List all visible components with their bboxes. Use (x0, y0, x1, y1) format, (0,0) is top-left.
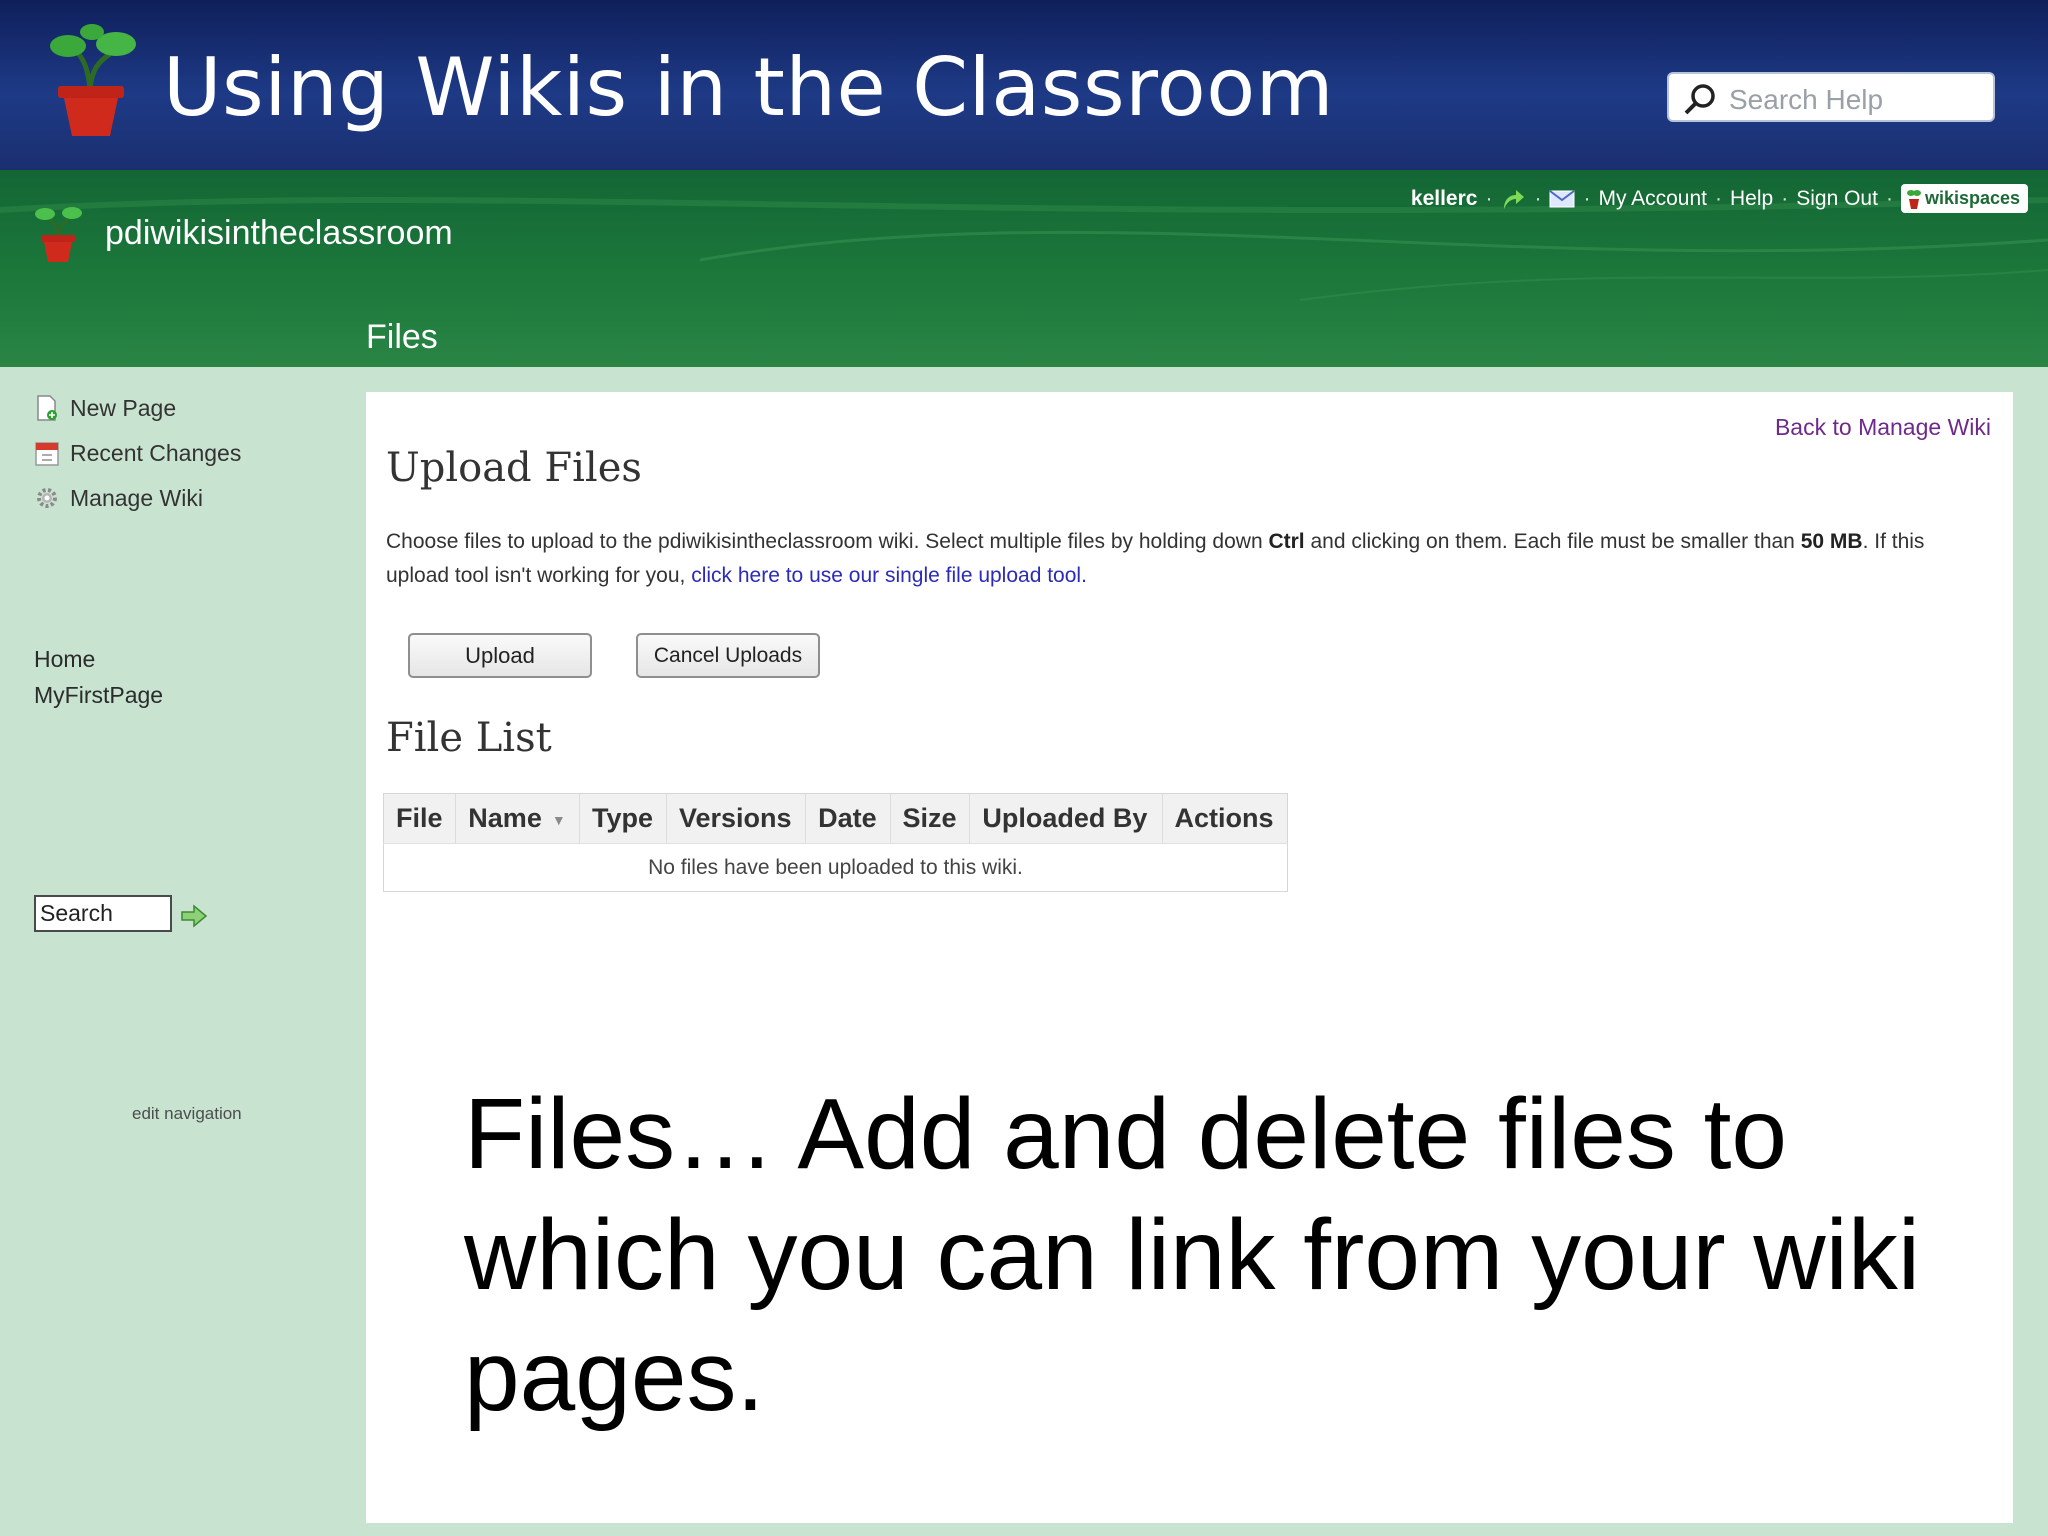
sidebar-search-input[interactable] (34, 895, 172, 932)
sidebar-item-label: Manage Wiki (70, 484, 203, 511)
column-header-versions[interactable]: Versions (666, 793, 807, 844)
wikispaces-label: wikispaces (1924, 188, 2020, 208)
upload-button[interactable]: Upload (408, 633, 592, 678)
single-file-upload-link[interactable]: click here to use our single file upload… (691, 564, 1081, 587)
user-bar: kellerc · · · My Account · Help · Sign O… (1411, 184, 2028, 213)
sidebar-item-label: New Page (70, 394, 177, 421)
search-help-box[interactable]: Search Help (1667, 72, 1995, 122)
search-go-arrow-icon[interactable] (180, 904, 208, 928)
column-header-size[interactable]: Size (890, 793, 971, 844)
calendar-icon (35, 442, 59, 466)
potted-plant-logo-icon (50, 24, 136, 136)
nav-link-myfirstpage[interactable]: MyFirstPage (34, 682, 163, 709)
column-header-file[interactable]: File (383, 793, 457, 844)
ctrl-key-text: Ctrl (1268, 530, 1305, 553)
column-header-date[interactable]: Date (805, 793, 891, 844)
sign-out-link[interactable]: Sign Out (1796, 187, 1878, 211)
file-list-heading: File List (386, 715, 552, 761)
new-page-icon (37, 395, 57, 421)
wiki-name[interactable]: pdiwikisintheclassroom (105, 214, 453, 253)
separator-dot: · (1583, 186, 1591, 210)
edit-navigation-link[interactable]: edit navigation (132, 1104, 242, 1124)
instructions-period: . (1081, 564, 1087, 587)
separator-dot: · (1781, 186, 1789, 210)
sort-down-icon[interactable]: ▼ (552, 812, 566, 828)
column-header-uploaded-by[interactable]: Uploaded By (969, 793, 1163, 844)
column-header-name-label: Name (468, 803, 542, 833)
search-help-placeholder: Search Help (1729, 84, 1884, 115)
sidebar-item-new-page[interactable]: New Page (34, 394, 176, 422)
separator-dot: · (1485, 186, 1493, 210)
slide-caption: Files… Add and delete files to which you… (464, 1078, 1921, 1432)
help-link[interactable]: Help (1730, 187, 1773, 211)
magnifier-icon (1684, 84, 1715, 115)
instructions-text: Choose files to upload to the pdiwikisin… (386, 530, 1269, 553)
upload-files-heading: Upload Files (386, 445, 642, 491)
back-to-manage-wiki-link[interactable]: Back to Manage Wiki (1775, 414, 1991, 441)
column-header-type[interactable]: Type (579, 793, 667, 844)
username-link[interactable]: kellerc (1411, 187, 1478, 211)
column-header-name[interactable]: Name ▼ (455, 793, 581, 844)
slide-title: Using Wikis in the Classroom (163, 41, 1335, 134)
separator-dot: · (1885, 186, 1893, 210)
sidebar-item-label: Recent Changes (70, 439, 242, 466)
my-account-link[interactable]: My Account (1598, 187, 1707, 211)
sidebar-item-manage-wiki[interactable]: Manage Wiki (34, 484, 203, 512)
sidebar-item-recent-changes[interactable]: Recent Changes (34, 439, 241, 467)
mail-icon[interactable] (1549, 189, 1576, 209)
instructions-text: and clicking on them. Each file must be … (1304, 530, 1801, 553)
page-heading: Files (366, 318, 438, 356)
wiki-header: pdiwikisintheclassroom Files kellerc · ·… (0, 170, 2048, 367)
sidebar: New Page Recent Changes Manage Wiki Home… (0, 367, 365, 1536)
size-limit-text: 50 MB (1800, 530, 1863, 553)
nav-link-home[interactable]: Home (34, 646, 95, 673)
table-header-row: File Name ▼ Type Versions Date Size Uploa… (383, 793, 1288, 844)
wiki-plant-logo-icon (35, 207, 82, 262)
column-header-actions: Actions (1162, 793, 1288, 844)
upload-instructions: Choose files to upload to the pdiwikisin… (386, 525, 1946, 593)
wikispaces-brand-link[interactable]: wikispaces (1900, 184, 2028, 213)
cancel-uploads-button[interactable]: Cancel Uploads (636, 633, 820, 678)
wikispaces-plant-icon (1906, 189, 1921, 209)
file-list-table: File Name ▼ Type Versions Date Size Uploa… (383, 793, 1288, 892)
gear-icon (37, 488, 57, 508)
separator-dot: · (1715, 186, 1723, 210)
separator-dot: · (1534, 186, 1542, 210)
empty-table-message: No files have been uploaded to this wiki… (383, 843, 1288, 892)
main-content-panel: Back to Manage Wiki Upload Files Choose … (366, 392, 2013, 1523)
slide-title-banner: Using Wikis in the Classroom Search Help (0, 0, 2048, 170)
share-arrow-icon[interactable] (1500, 187, 1526, 211)
table-row: No files have been uploaded to this wiki… (383, 843, 1288, 892)
